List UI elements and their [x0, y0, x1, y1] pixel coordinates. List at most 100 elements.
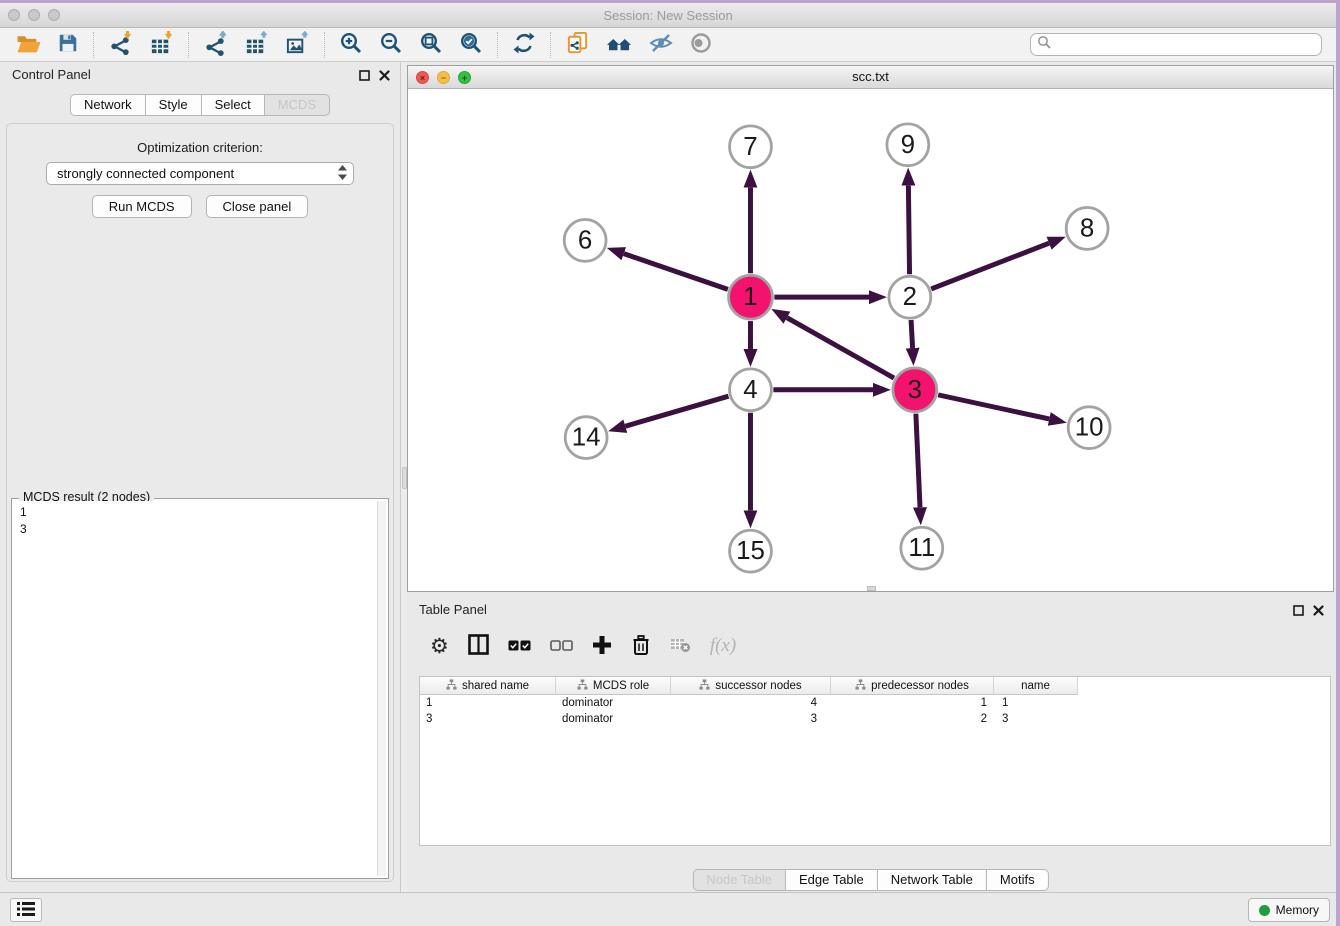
column-header[interactable]: successor nodes — [671, 677, 831, 695]
first-neighbors-button[interactable] — [598, 30, 641, 60]
new-network-from-selection-button[interactable] — [557, 30, 598, 60]
graph-node-1[interactable]: 1 — [729, 275, 773, 319]
criterion-select[interactable]: strongly connected component — [46, 162, 354, 185]
toolbar-separator — [497, 32, 498, 58]
table-row[interactable]: 3dominator323 — [420, 711, 1330, 727]
task-history-button[interactable] — [10, 898, 42, 922]
column-header[interactable]: name — [994, 677, 1078, 695]
network-canvas[interactable]: 1 2 3 4 6 7 8 9 10 11 14 15 — [408, 89, 1333, 591]
search-input[interactable] — [1051, 38, 1315, 52]
graph-node-8[interactable]: 8 — [1066, 208, 1108, 250]
result-line: 3 — [20, 521, 380, 538]
resize-grip-icon[interactable] — [867, 586, 876, 591]
minimize-window-icon[interactable] — [28, 9, 40, 21]
memory-label: Memory — [1276, 903, 1319, 917]
graph-edge-3-10[interactable] — [938, 395, 1049, 419]
minimize-network-icon[interactable]: − — [437, 71, 450, 84]
graph-edge-3-1[interactable] — [787, 318, 894, 378]
houses-icon — [606, 31, 633, 58]
run-mcds-button[interactable]: Run MCDS — [92, 195, 192, 218]
zoom-out-button[interactable] — [371, 30, 411, 60]
function-builder-button[interactable]: f(x) — [705, 631, 741, 661]
app-window: Session: New Session Control Panel — [0, 3, 1336, 926]
graph-edge-3-11[interactable] — [916, 414, 920, 508]
zoom-fit-button[interactable] — [411, 30, 451, 60]
graph-edge-1-6[interactable] — [624, 254, 728, 290]
trash-icon — [631, 634, 651, 659]
eye-icon — [689, 31, 713, 58]
tab-edge-table[interactable]: Edge Table — [785, 869, 878, 891]
delete-table-button[interactable] — [665, 631, 696, 661]
deselect-all-button[interactable] — [545, 631, 578, 661]
scrollbar[interactable] — [377, 501, 386, 876]
column-visibility-button[interactable] — [463, 631, 494, 661]
float-panel-icon[interactable] — [359, 68, 370, 86]
float-panel-icon[interactable] — [1293, 603, 1304, 621]
hide-selected-button[interactable] — [641, 30, 681, 60]
close-panel-icon[interactable] — [379, 68, 390, 86]
zoom-in-button[interactable] — [331, 30, 371, 60]
svg-text:11: 11 — [908, 534, 935, 562]
graph-edge-2-9[interactable] — [908, 186, 909, 275]
graph-node-6[interactable]: 6 — [564, 219, 606, 261]
graph-node-10[interactable]: 10 — [1068, 407, 1110, 449]
close-panel-button[interactable]: Close panel — [206, 195, 309, 218]
tree-icon — [577, 679, 588, 693]
close-network-icon[interactable]: × — [416, 71, 429, 84]
delete-row-button[interactable] — [626, 631, 656, 661]
tab-select[interactable]: Select — [201, 94, 265, 116]
graph-node-9[interactable]: 9 — [887, 124, 929, 166]
apply-layout-button[interactable] — [504, 30, 544, 60]
export-image-button[interactable] — [277, 30, 318, 60]
close-panel-icon[interactable] — [1313, 603, 1324, 621]
import-network-button[interactable] — [100, 30, 141, 60]
maximize-network-icon[interactable]: + — [458, 71, 471, 84]
export-network-button[interactable] — [195, 30, 236, 60]
table-settings-button[interactable]: ⚙ — [425, 631, 454, 661]
memory-button[interactable]: Memory — [1248, 898, 1330, 922]
tab-network[interactable]: Network — [70, 94, 146, 116]
graph-edge-2-8[interactable] — [931, 243, 1049, 289]
tab-mcds[interactable]: MCDS — [264, 94, 330, 116]
search-field[interactable] — [1030, 33, 1322, 56]
svg-text:9: 9 — [901, 131, 915, 159]
export-table-button[interactable] — [236, 30, 277, 60]
tab-network-table[interactable]: Network Table — [877, 869, 987, 891]
column-header[interactable]: shared name — [420, 677, 556, 695]
graph-node-14[interactable]: 14 — [565, 417, 607, 459]
save-session-button[interactable] — [49, 30, 87, 60]
svg-text:6: 6 — [578, 226, 592, 254]
column-header[interactable]: predecessor nodes — [831, 677, 994, 695]
tab-style[interactable]: Style — [145, 94, 202, 116]
zoom-selected-button[interactable] — [451, 30, 491, 60]
close-window-icon[interactable] — [8, 9, 20, 21]
svg-text:8: 8 — [1080, 214, 1094, 242]
add-row-button[interactable] — [587, 631, 617, 661]
tree-icon — [855, 679, 866, 693]
show-all-button[interactable] — [681, 30, 721, 60]
table-cell: 4 — [671, 695, 831, 711]
tab-motifs[interactable]: Motifs — [986, 869, 1049, 891]
graph-node-2[interactable]: 2 — [889, 276, 931, 318]
titlebar: Session: New Session — [0, 3, 1336, 28]
graph-node-11[interactable]: 11 — [901, 527, 943, 569]
table-row[interactable]: 1dominator411 — [420, 695, 1330, 711]
column-header[interactable]: MCDS role — [556, 677, 671, 695]
control-panel-title: Control Panel — [12, 67, 91, 82]
graph-node-7[interactable]: 7 — [730, 126, 772, 168]
panel-divider[interactable] — [400, 62, 407, 892]
graph-node-3[interactable]: 3 — [893, 368, 937, 412]
import-table-button[interactable] — [141, 30, 182, 60]
mcds-result-text[interactable]: 1 3 — [14, 501, 386, 876]
memory-status-icon — [1259, 905, 1270, 916]
graph-node-15[interactable]: 15 — [730, 530, 772, 572]
graph-node-4[interactable]: 4 — [730, 369, 772, 411]
list-icon — [16, 901, 36, 920]
control-panel: Control Panel Network Style Select MCDS … — [0, 62, 400, 892]
graph-edge-2-3[interactable] — [911, 320, 913, 348]
tab-node-table[interactable]: Node Table — [692, 869, 786, 891]
maximize-window-icon[interactable] — [48, 9, 60, 21]
open-session-button[interactable] — [8, 30, 49, 60]
graph-edge-4-14[interactable] — [625, 396, 728, 426]
select-all-button[interactable] — [503, 631, 536, 661]
